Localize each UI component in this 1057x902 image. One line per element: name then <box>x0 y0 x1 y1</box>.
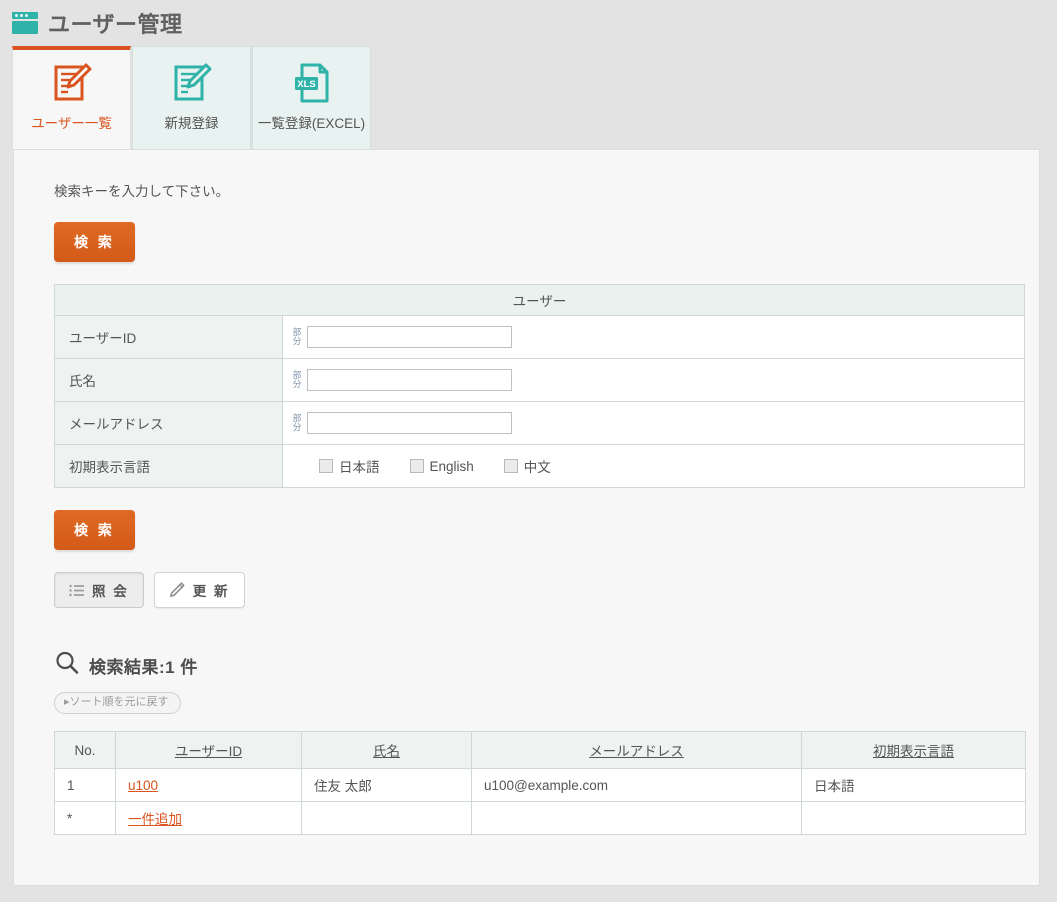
search-button-bottom[interactable]: 検 索 <box>54 510 135 550</box>
criteria-group-header: ユーザー <box>54 284 1025 316</box>
column-header-label[interactable]: 初期表示言語 <box>873 744 954 759</box>
column-header-label[interactable]: ユーザーID <box>175 744 242 759</box>
criteria-label: 初期表示言語 <box>54 444 283 488</box>
magnifier-icon <box>54 650 80 681</box>
name-input[interactable] <box>307 369 512 391</box>
criteria-group-header-row: ユーザー <box>54 284 1025 316</box>
criteria-row-user-id: ユーザーID 部分 <box>54 315 1025 359</box>
inquiry-button[interactable]: 照 会 <box>54 572 144 608</box>
list-icon <box>69 584 84 597</box>
xls-badge-text: XLS <box>297 79 315 90</box>
checkbox-box-icon[interactable] <box>409 459 424 473</box>
checkbox-chinese[interactable]: 中文 <box>503 456 551 476</box>
column-header-label[interactable]: メールアドレス <box>589 744 684 759</box>
results-table: No. ユーザーID 氏名 メールアドレス 初期表示言語 1 u100 住友 太… <box>54 731 1026 835</box>
checkbox-japanese[interactable]: 日本語 <box>319 456 380 476</box>
match-mode-label: 部分 <box>292 412 302 432</box>
checkbox-label: 中文 <box>523 460 551 475</box>
tab-new-entry[interactable]: 新規登録 <box>132 46 251 149</box>
page-title: ユーザー管理 <box>48 12 183 37</box>
tab-label: ユーザー一覧 <box>31 116 112 131</box>
criteria-label: 氏名 <box>54 358 283 402</box>
sort-reset-button[interactable]: ▸ソート順を元に戻す <box>54 692 181 714</box>
criteria-field: 部分 <box>282 401 1025 445</box>
cell-language: 日本語 <box>801 768 1026 802</box>
tab-user-list[interactable]: ユーザー一覧 <box>12 46 131 149</box>
update-button[interactable]: 更 新 <box>153 572 245 608</box>
tab-excel-entry[interactable]: XLS 一覧登録(EXCEL) <box>252 46 371 149</box>
results-header-row: No. ユーザーID 氏名 メールアドレス 初期表示言語 <box>54 731 1026 769</box>
criteria-label: ユーザーID <box>54 315 283 359</box>
cell-user-id: u100 <box>115 768 302 802</box>
cell-email: u100@example.com <box>471 768 802 802</box>
user-id-input[interactable] <box>307 326 512 348</box>
match-mode-label: 部分 <box>292 369 302 389</box>
search-hint: 検索キーを入力して下さい。 <box>54 184 230 199</box>
pencil-icon <box>169 582 185 598</box>
document-edit-icon <box>170 61 214 105</box>
email-input[interactable] <box>307 412 512 434</box>
cell-no: * <box>54 801 116 835</box>
content-panel: 検索キーを入力して下さい。 検 索 ユーザー ユーザーID 部分 氏名 部分 メ… <box>13 149 1040 886</box>
criteria-field: 日本語 English 中文 <box>282 444 1025 488</box>
page-header: ユーザー管理 <box>0 0 1057 46</box>
table-row: * 一件追加 <box>54 801 1026 835</box>
cell-name <box>301 801 472 835</box>
xls-file-icon: XLS <box>290 61 334 105</box>
checkbox-box-icon[interactable] <box>503 459 518 473</box>
user-id-link[interactable]: u100 <box>128 778 158 793</box>
tab-label: 一覧登録(EXCEL) <box>257 116 366 131</box>
column-header-language[interactable]: 初期表示言語 <box>801 731 1026 769</box>
window-icon <box>12 12 38 34</box>
criteria-field: 部分 <box>282 315 1025 359</box>
cell-no: 1 <box>54 768 116 802</box>
column-header-no: No. <box>54 731 116 769</box>
criteria-row-language: 初期表示言語 日本語 English 中文 <box>54 444 1025 488</box>
column-header-name[interactable]: 氏名 <box>301 731 472 769</box>
results-heading: 検索結果:1 件 <box>54 650 1009 681</box>
results-count-text: 検索結果:1 件 <box>89 658 198 677</box>
column-header-label: No. <box>74 742 96 758</box>
match-mode-label: 部分 <box>292 326 302 346</box>
update-button-label: 更 新 <box>192 584 230 599</box>
column-header-user-id[interactable]: ユーザーID <box>115 731 302 769</box>
tab-label: 新規登録 <box>164 116 219 131</box>
criteria-label: メールアドレス <box>54 401 283 445</box>
cell-email <box>471 801 802 835</box>
cell-name: 住友 太郎 <box>301 768 472 802</box>
checkbox-label: English <box>429 458 474 474</box>
search-button-top[interactable]: 検 索 <box>54 222 135 262</box>
column-header-label[interactable]: 氏名 <box>373 744 400 759</box>
checkbox-english[interactable]: English <box>409 458 474 474</box>
search-criteria-table: ユーザー ユーザーID 部分 氏名 部分 メールアドレス 部分 初期表示言語 日… <box>54 284 1025 488</box>
checkbox-box-icon[interactable] <box>319 459 333 473</box>
criteria-row-name: 氏名 部分 <box>54 358 1025 402</box>
cell-language <box>801 801 1026 835</box>
table-row: 1 u100 住友 太郎 u100@example.com 日本語 <box>54 768 1026 802</box>
criteria-row-email: メールアドレス 部分 <box>54 401 1025 445</box>
cell-user-id: 一件追加 <box>115 801 302 835</box>
checkbox-label: 日本語 <box>339 460 380 475</box>
document-edit-icon <box>50 61 94 105</box>
column-header-email[interactable]: メールアドレス <box>471 731 802 769</box>
criteria-field: 部分 <box>282 358 1025 402</box>
add-row-link[interactable]: 一件追加 <box>128 812 182 827</box>
mode-button-group: 照 会 更 新 <box>54 572 1009 608</box>
inquiry-button-label: 照 会 <box>92 584 129 599</box>
tab-bar: ユーザー一覧 新規登録 XLS 一覧登録(EXCEL) <box>0 46 1057 149</box>
